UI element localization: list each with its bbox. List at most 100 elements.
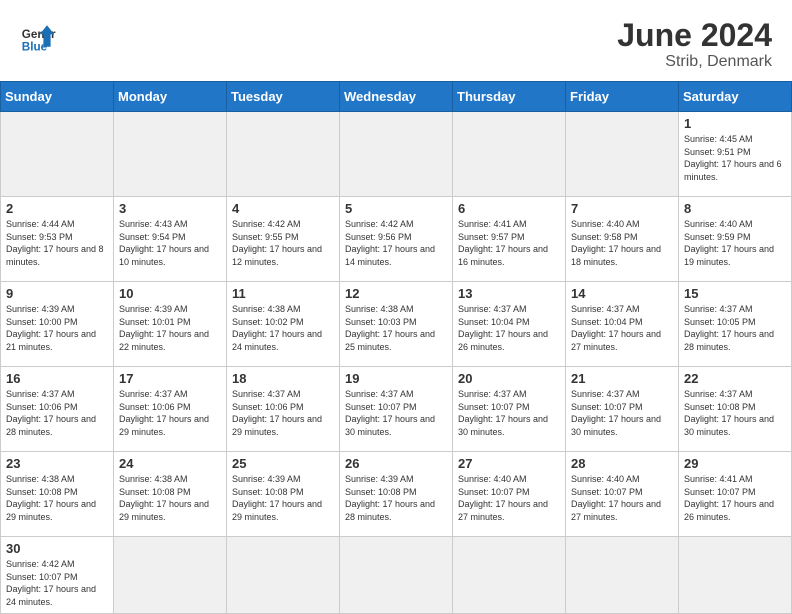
- cell-sun-info: Sunrise: 4:40 AMSunset: 10:07 PMDaylight…: [571, 473, 673, 523]
- calendar-cell: 17 Sunrise: 4:37 AMSunset: 10:06 PMDaylig…: [114, 367, 227, 452]
- calendar-cell: 6 Sunrise: 4:41 AMSunset: 9:57 PMDaylight…: [453, 197, 566, 282]
- calendar-cell: [679, 537, 792, 613]
- calendar-week-row: 9 Sunrise: 4:39 AMSunset: 10:00 PMDayligh…: [1, 282, 792, 367]
- calendar-week-row: 16Sunrise: 4:37 AMSunset: 10:06 PMDaylig…: [1, 367, 792, 452]
- day-number: 13: [458, 286, 560, 301]
- cell-sun-info: Sunrise: 4:37 AMSunset: 10:07 PMDaylight…: [345, 388, 447, 438]
- calendar-cell: 14 Sunrise: 4:37 AMSunset: 10:04 PMDaylig…: [566, 282, 679, 367]
- calendar-cell: [453, 112, 566, 197]
- day-number: 2: [6, 201, 108, 216]
- cell-sun-info: Sunrise: 4:37 AMSunset: 10:06 PMDaylight…: [232, 388, 334, 438]
- cell-sun-info: Sunrise: 4:45 AMSunset: 9:51 PMDaylight:…: [684, 133, 786, 183]
- cell-sun-info: Sunrise: 4:37 AMSunset: 10:08 PMDaylight…: [684, 388, 786, 438]
- calendar-week-row: 1 Sunrise: 4:45 AMSunset: 9:51 PMDaylight…: [1, 112, 792, 197]
- calendar-cell: [1, 112, 114, 197]
- location-subtitle: Strib, Denmark: [617, 53, 772, 71]
- calendar-cell: 1 Sunrise: 4:45 AMSunset: 9:51 PMDaylight…: [679, 112, 792, 197]
- cell-sun-info: Sunrise: 4:37 AMSunset: 10:06 PMDaylight…: [119, 388, 221, 438]
- calendar-week-row: 30 Sunrise: 4:42 AMSunset: 10:07 PMDaylig…: [1, 537, 792, 613]
- day-number: 1: [684, 116, 786, 131]
- day-number: 12: [345, 286, 447, 301]
- day-number: 18: [232, 371, 334, 386]
- cell-sun-info: Sunrise: 4:37 AMSunset: 10:04 PMDaylight…: [571, 303, 673, 353]
- day-number: 28: [571, 456, 673, 471]
- calendar-cell: 25 Sunrise: 4:39 AMSunset: 10:08 PMDaylig…: [227, 452, 340, 537]
- day-header-monday: Monday: [114, 82, 227, 112]
- day-number: 4: [232, 201, 334, 216]
- month-year-title: June 2024: [617, 18, 772, 53]
- calendar-cell: 29 Sunrise: 4:41 AMSunset: 10:07 PMDaylig…: [679, 452, 792, 537]
- day-number: 14: [571, 286, 673, 301]
- day-number: 29: [684, 456, 786, 471]
- day-number: 25: [232, 456, 334, 471]
- cell-sun-info: Sunrise: 4:37 AMSunset: 10:07 PMDaylight…: [571, 388, 673, 438]
- title-block: June 2024 Strib, Denmark: [617, 18, 772, 71]
- cell-sun-info: Sunrise: 4:40 AMSunset: 9:58 PMDaylight:…: [571, 218, 673, 268]
- day-number: 6: [458, 201, 560, 216]
- calendar-week-row: 23Sunrise: 4:38 AMSunset: 10:08 PMDaylig…: [1, 452, 792, 537]
- calendar-cell: [566, 537, 679, 613]
- day-header-friday: Friday: [566, 82, 679, 112]
- calendar-cell: 15Sunrise: 4:37 AMSunset: 10:05 PMDaylig…: [679, 282, 792, 367]
- calendar-cell: 20 Sunrise: 4:37 AMSunset: 10:07 PMDaylig…: [453, 367, 566, 452]
- cell-sun-info: Sunrise: 4:39 AMSunset: 10:08 PMDaylight…: [232, 473, 334, 523]
- day-header-saturday: Saturday: [679, 82, 792, 112]
- cell-sun-info: Sunrise: 4:37 AMSunset: 10:06 PMDaylight…: [6, 388, 108, 438]
- calendar-table: SundayMondayTuesdayWednesdayThursdayFrid…: [0, 81, 792, 613]
- calendar-cell: [227, 537, 340, 613]
- calendar-cell: 22 Sunrise: 4:37 AMSunset: 10:08 PMDaylig…: [679, 367, 792, 452]
- cell-sun-info: Sunrise: 4:39 AMSunset: 10:08 PMDaylight…: [345, 473, 447, 523]
- calendar-week-row: 2Sunrise: 4:44 AMSunset: 9:53 PMDaylight…: [1, 197, 792, 282]
- calendar-cell: 23Sunrise: 4:38 AMSunset: 10:08 PMDaylig…: [1, 452, 114, 537]
- calendar-cell: [227, 112, 340, 197]
- calendar-header-row: SundayMondayTuesdayWednesdayThursdayFrid…: [1, 82, 792, 112]
- cell-sun-info: Sunrise: 4:43 AMSunset: 9:54 PMDaylight:…: [119, 218, 221, 268]
- calendar-cell: 21 Sunrise: 4:37 AMSunset: 10:07 PMDaylig…: [566, 367, 679, 452]
- day-number: 10: [119, 286, 221, 301]
- calendar-cell: 9 Sunrise: 4:39 AMSunset: 10:00 PMDayligh…: [1, 282, 114, 367]
- cell-sun-info: Sunrise: 4:42 AMSunset: 9:55 PMDaylight:…: [232, 218, 334, 268]
- cell-sun-info: Sunrise: 4:39 AMSunset: 10:00 PMDaylight…: [6, 303, 108, 353]
- day-number: 21: [571, 371, 673, 386]
- calendar-cell: 5 Sunrise: 4:42 AMSunset: 9:56 PMDaylight…: [340, 197, 453, 282]
- calendar-cell: [340, 112, 453, 197]
- cell-sun-info: Sunrise: 4:38 AMSunset: 10:08 PMDaylight…: [119, 473, 221, 523]
- calendar-cell: 10Sunrise: 4:39 AMSunset: 10:01 PMDaylig…: [114, 282, 227, 367]
- day-number: 22: [684, 371, 786, 386]
- day-number: 30: [6, 541, 108, 556]
- day-number: 19: [345, 371, 447, 386]
- generalblue-logo-icon: General Blue: [20, 18, 56, 54]
- day-header-thursday: Thursday: [453, 82, 566, 112]
- calendar-cell: [340, 537, 453, 613]
- logo: General Blue: [20, 18, 56, 54]
- day-number: 20: [458, 371, 560, 386]
- day-number: 15: [684, 286, 786, 301]
- calendar-cell: 13 Sunrise: 4:37 AMSunset: 10:04 PMDaylig…: [453, 282, 566, 367]
- calendar-cell: [114, 112, 227, 197]
- day-number: 3: [119, 201, 221, 216]
- day-number: 8: [684, 201, 786, 216]
- day-number: 24: [119, 456, 221, 471]
- calendar-cell: 4 Sunrise: 4:42 AMSunset: 9:55 PMDaylight…: [227, 197, 340, 282]
- cell-sun-info: Sunrise: 4:42 AMSunset: 9:56 PMDaylight:…: [345, 218, 447, 268]
- day-number: 26: [345, 456, 447, 471]
- calendar-cell: 18 Sunrise: 4:37 AMSunset: 10:06 PMDaylig…: [227, 367, 340, 452]
- cell-sun-info: Sunrise: 4:42 AMSunset: 10:07 PMDaylight…: [6, 558, 108, 608]
- calendar-cell: 8 Sunrise: 4:40 AMSunset: 9:59 PMDaylight…: [679, 197, 792, 282]
- calendar-cell: 27Sunrise: 4:40 AMSunset: 10:07 PMDaylig…: [453, 452, 566, 537]
- calendar-cell: 30 Sunrise: 4:42 AMSunset: 10:07 PMDaylig…: [1, 537, 114, 613]
- calendar-cell: 2Sunrise: 4:44 AMSunset: 9:53 PMDaylight…: [1, 197, 114, 282]
- svg-text:General: General: [22, 28, 56, 41]
- day-number: 5: [345, 201, 447, 216]
- cell-sun-info: Sunrise: 4:41 AMSunset: 10:07 PMDaylight…: [684, 473, 786, 523]
- calendar-cell: 11Sunrise: 4:38 AMSunset: 10:02 PMDaylig…: [227, 282, 340, 367]
- cell-sun-info: Sunrise: 4:40 AMSunset: 9:59 PMDaylight:…: [684, 218, 786, 268]
- calendar-cell: 3 Sunrise: 4:43 AMSunset: 9:54 PMDaylight…: [114, 197, 227, 282]
- cell-sun-info: Sunrise: 4:41 AMSunset: 9:57 PMDaylight:…: [458, 218, 560, 268]
- cell-sun-info: Sunrise: 4:40 AMSunset: 10:07 PMDaylight…: [458, 473, 560, 523]
- day-number: 9: [6, 286, 108, 301]
- cell-sun-info: Sunrise: 4:37 AMSunset: 10:04 PMDaylight…: [458, 303, 560, 353]
- cell-sun-info: Sunrise: 4:37 AMSunset: 10:07 PMDaylight…: [458, 388, 560, 438]
- day-number: 17: [119, 371, 221, 386]
- calendar-cell: [114, 537, 227, 613]
